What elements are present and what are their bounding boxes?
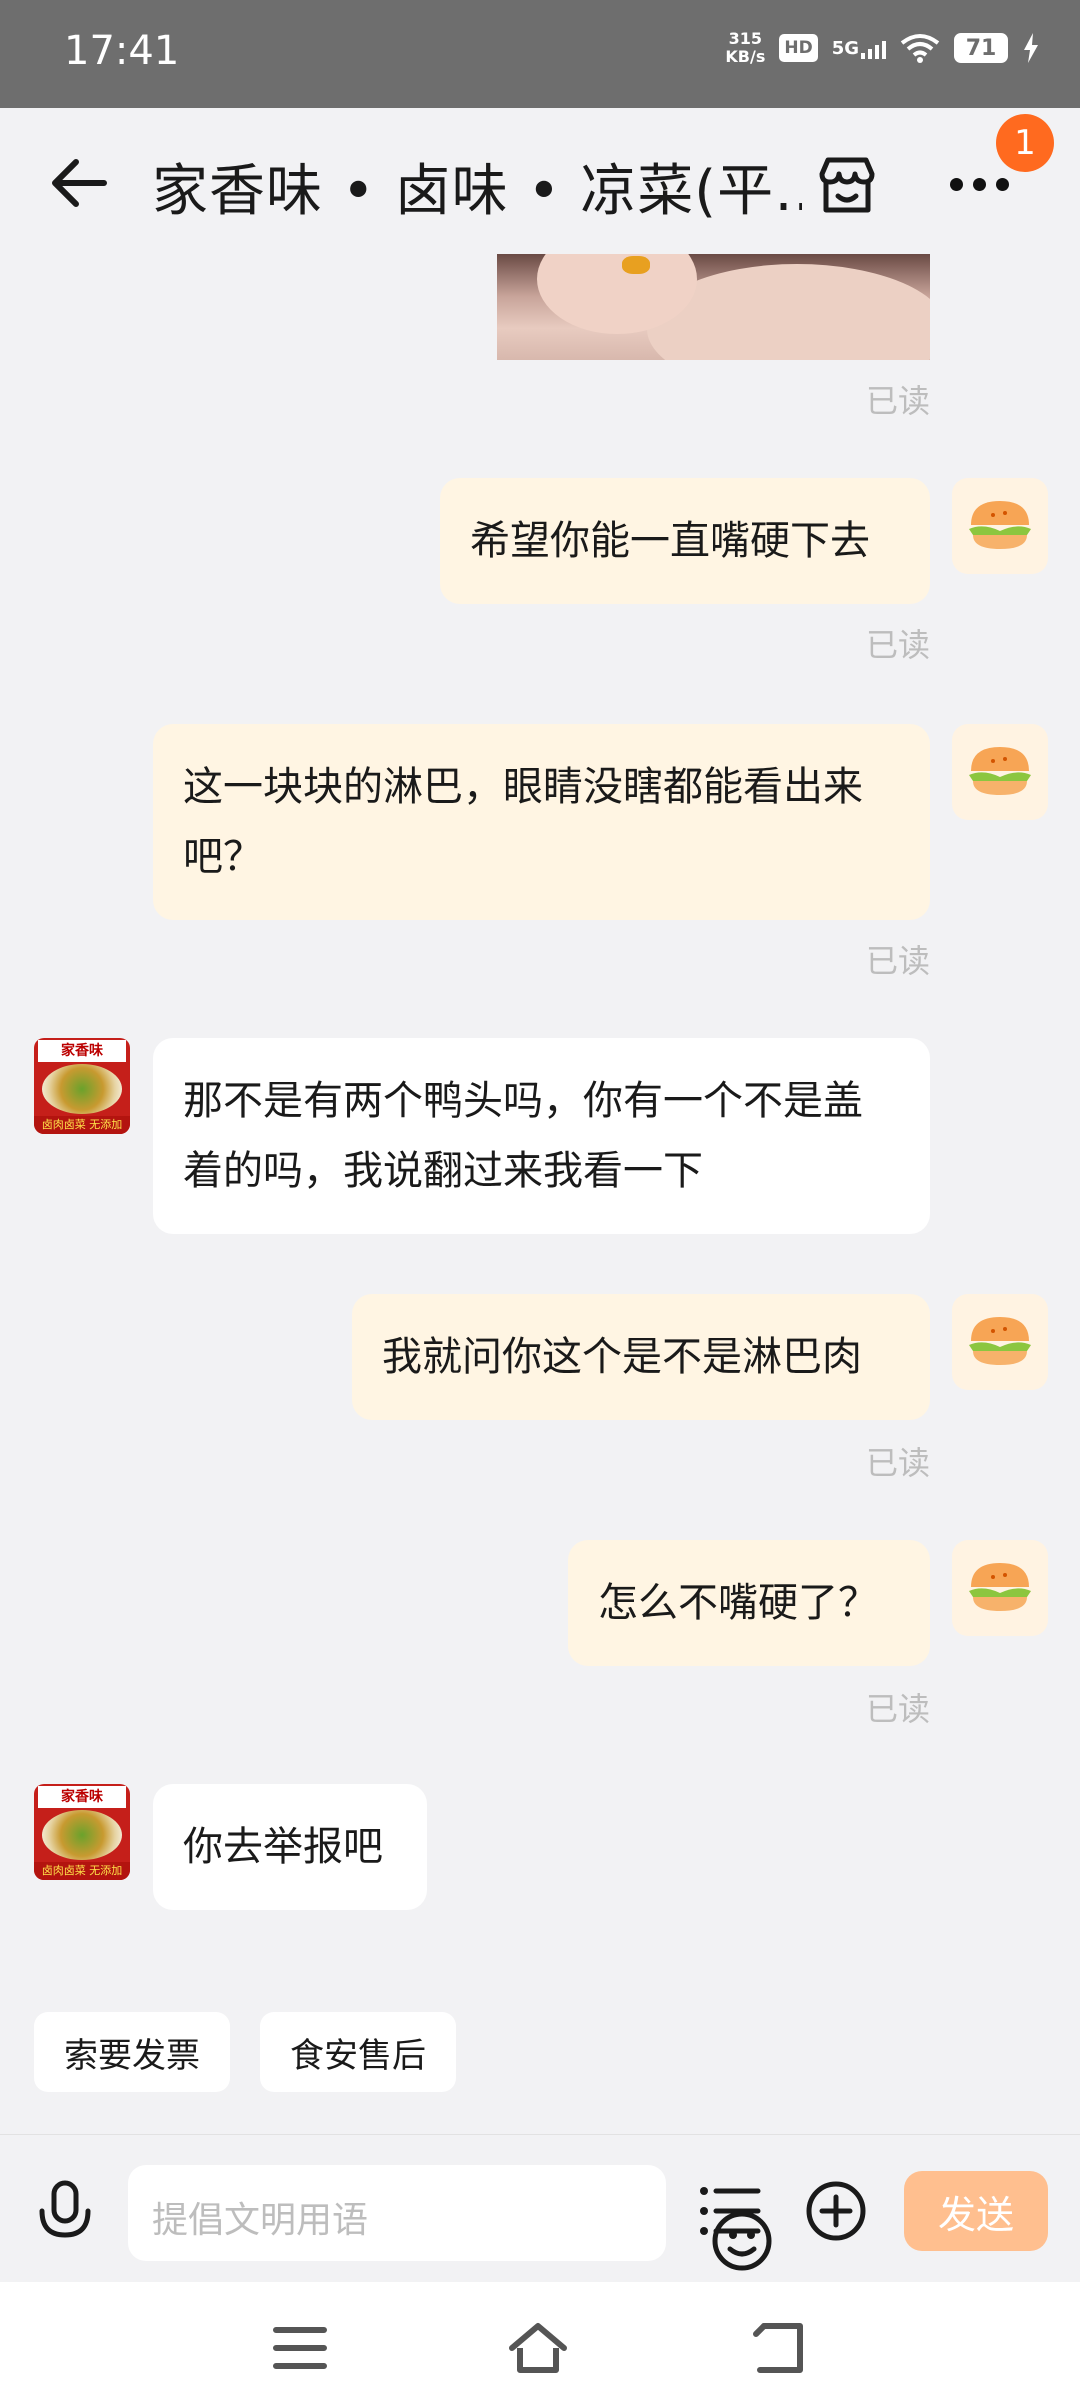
input-bar: 提倡文明用语 发送 (0, 2134, 1080, 2283)
message-bubble[interactable]: 希望你能一直嘴硬下去 (440, 478, 930, 604)
read-status: 已读 (865, 382, 930, 420)
more-options-icon[interactable] (950, 178, 1009, 191)
wifi-icon (900, 34, 940, 63)
message-bubble[interactable]: 这一块块的淋巴，眼睛没瞎都能看出来吧？ (153, 724, 930, 920)
send-button[interactable]: 发送 (904, 2171, 1048, 2251)
chat-title[interactable]: 家香味 • 卤味 • 凉菜(平… (152, 146, 802, 227)
back-nav-icon[interactable] (750, 2320, 810, 2376)
chat-header: 家香味 • 卤味 • 凉菜(平… 1 (0, 108, 1080, 254)
message-bubble[interactable]: 怎么不嘴硬了？ (568, 1540, 930, 1666)
read-status: 已读 (865, 942, 930, 980)
read-status: 已读 (865, 1444, 930, 1482)
user-avatar[interactable] (952, 1294, 1048, 1390)
user-avatar[interactable] (952, 1540, 1048, 1636)
battery-icon: 71 (954, 33, 1008, 63)
burger-icon (969, 1563, 1031, 1611)
system-nav-bar (0, 2282, 1080, 2408)
user-avatar[interactable] (952, 724, 1048, 820)
message-input[interactable]: 提倡文明用语 (128, 2165, 772, 2271)
message-input-placeholder: 提倡文明用语 (152, 2200, 369, 2241)
user-avatar[interactable] (952, 478, 1048, 574)
notification-badge: 1 (996, 114, 1054, 172)
sent-image[interactable] (497, 254, 930, 360)
home-icon[interactable] (508, 2320, 568, 2376)
store-icon[interactable] (814, 152, 880, 218)
read-status: 已读 (865, 1690, 930, 1728)
message-bubble[interactable]: 那不是有两个鸭头吗，你有一个不是盖着的吗，我说翻过来我看一下 (153, 1038, 930, 1234)
microphone-icon[interactable] (30, 2177, 100, 2247)
status-icons: 315 KB/s HD 5G 71 (725, 30, 1040, 66)
back-arrow-icon[interactable] (44, 148, 114, 218)
shop-avatar[interactable]: 家香味 卤肉卤菜 无添加 (34, 1784, 130, 1880)
status-bar: 17:41 315 KB/s HD 5G 71 (0, 0, 1080, 108)
message-bubble[interactable]: 我就问你这个是不是淋巴肉 (352, 1294, 930, 1420)
shop-avatar[interactable]: 家香味 卤肉卤菜 无添加 (34, 1038, 130, 1134)
request-invoice-button[interactable]: 索要发票 (34, 2012, 230, 2092)
burger-icon (969, 1317, 1031, 1365)
cellular-signal-icon: 5G (832, 38, 886, 59)
burger-icon (969, 747, 1031, 795)
clock: 17:41 (64, 28, 180, 74)
quick-phrases-icon[interactable] (698, 2181, 762, 2241)
network-speed: 315 KB/s (725, 29, 766, 66)
hd-icon: HD (779, 34, 818, 62)
add-icon[interactable] (804, 2179, 868, 2243)
menu-icon[interactable] (270, 2320, 330, 2376)
burger-icon (969, 501, 1031, 549)
food-safety-aftersale-button[interactable]: 食安售后 (260, 2012, 456, 2092)
read-status: 已读 (865, 626, 930, 664)
message-bubble[interactable]: 你去举报吧 (153, 1784, 427, 1910)
charging-icon (1024, 33, 1038, 63)
